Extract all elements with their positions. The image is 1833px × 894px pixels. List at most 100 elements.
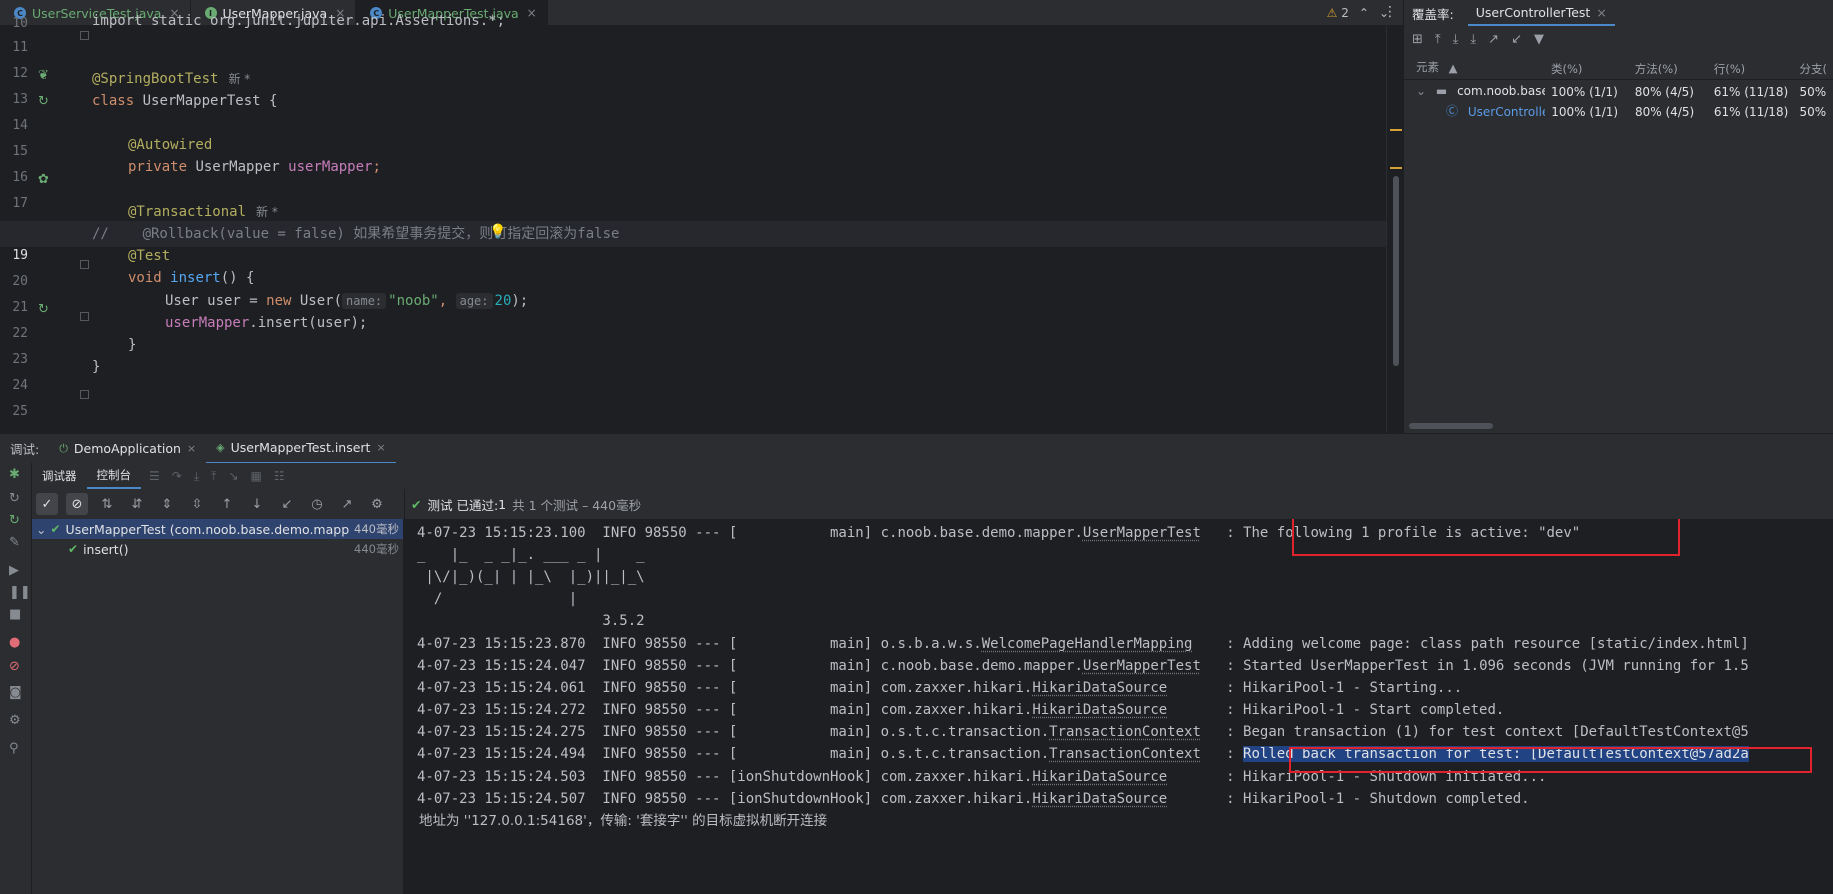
table-row[interactable]: ⌄ ▬ com.noob.base.d 100% (1/1) 80% (4/5)…: [1404, 82, 1833, 102]
show-ignored-icon[interactable]: ⊘: [66, 493, 88, 515]
horizontal-scroll-thumb[interactable]: [1409, 423, 1493, 429]
warning-marker[interactable]: [1390, 167, 1402, 169]
tab-debugger[interactable]: 调试器: [32, 463, 87, 489]
close-icon[interactable]: ×: [376, 441, 385, 454]
export-icon[interactable]: ↗: [336, 493, 358, 515]
more-options-icon[interactable]: ⋮: [1383, 4, 1397, 20]
settings-wrench-icon[interactable]: ✎: [9, 535, 20, 550]
lightbulb-icon[interactable]: 💡: [489, 224, 506, 240]
step-into-icon[interactable]: ⤓: [194, 469, 199, 484]
logger-class[interactable]: TransactionContext: [1049, 724, 1201, 740]
close-icon[interactable]: ×: [1596, 5, 1606, 20]
rerun-icon[interactable]: ↻: [9, 491, 20, 506]
tab-coverage-suite[interactable]: UserControllerTest ×: [1467, 0, 1615, 26]
author-hint[interactable]: 新 *: [256, 205, 278, 219]
scroll-thumb[interactable]: [1393, 176, 1399, 366]
line-number: 15: [12, 144, 28, 159]
autowired-bean-icon[interactable]: ✿: [38, 172, 49, 187]
editor-scrollbar[interactable]: [1386, 26, 1403, 433]
chevron-down-icon[interactable]: ⌄: [1410, 84, 1426, 98]
table-row[interactable]: Ⓒ UserController 100% (1/1) 80% (4/5) 61…: [1404, 102, 1833, 122]
expand-all-icon[interactable]: ⤒: [1435, 32, 1441, 47]
logger-class[interactable]: HikariDataSource: [1032, 769, 1167, 785]
expand-all-icon[interactable]: ⇕: [156, 493, 178, 515]
method-coverage: 80% (4/5): [1634, 85, 1694, 99]
status-label: 测试 已通过:: [427, 497, 499, 513]
stop-icon[interactable]: ■: [9, 607, 21, 622]
column-header[interactable]: 方法(%): [1629, 61, 1708, 77]
test-method-row[interactable]: ✔ insert() 440毫秒: [32, 539, 403, 559]
column-header[interactable]: 分支(: [1794, 61, 1833, 77]
step-out-icon[interactable]: ⤒: [211, 469, 216, 484]
spring-bean-icon[interactable]: ❦: [38, 68, 49, 83]
evaluate-icon[interactable]: ☷: [274, 469, 285, 484]
code-editor[interactable]: C UserServiceTest.java × I UserMapper.ja…: [0, 0, 1403, 433]
gear-icon[interactable]: ⚙: [9, 713, 21, 728]
sort-duration-icon[interactable]: ⇵: [126, 493, 148, 515]
logger-class[interactable]: HikariDataSource: [1032, 791, 1167, 807]
column-header[interactable]: 类(%): [1545, 61, 1629, 77]
tab-usermappertest-insert[interactable]: ◈ UserMapperTest.insert ×: [206, 434, 396, 464]
pause-icon[interactable]: ❚❚: [9, 585, 31, 600]
logger-package: com.zaxxer.hikari.: [880, 702, 1033, 718]
resume-icon[interactable]: ▶: [9, 563, 19, 578]
console-output[interactable]: 4-07-23 15:15:23.100 INFO 98550 --- [ ma…: [405, 519, 1833, 894]
collapse-all-icon[interactable]: ⇳: [186, 493, 208, 515]
sort-alpha-icon[interactable]: ⇅: [96, 493, 118, 515]
list-icon[interactable]: ☰: [149, 469, 160, 484]
coverage-panel: 覆盖率: UserControllerTest × ⊞ ⤒ ⤓ ⤓ ↗ ↙ ▼ 元…: [1403, 0, 1833, 433]
author-hint[interactable]: 新 *: [228, 72, 250, 86]
logger-class[interactable]: TransactionContext: [1049, 746, 1201, 762]
table-icon[interactable]: ▦: [251, 469, 262, 484]
coverage-tab-label: UserControllerTest: [1475, 4, 1591, 20]
run-to-cursor-icon[interactable]: ↘: [228, 469, 238, 484]
field-name: userMapper: [288, 159, 373, 175]
close-icon[interactable]: ×: [187, 442, 196, 455]
logger-class[interactable]: HikariDataSource: [1032, 680, 1167, 696]
logger-class[interactable]: UserMapperTest: [1083, 525, 1201, 541]
status-summary: 共 1 个测试 – 440毫秒: [512, 497, 642, 513]
mute-breakpoints-icon[interactable]: ⊘: [9, 659, 20, 674]
warning-marker[interactable]: [1390, 129, 1402, 131]
tab-demo-application[interactable]: ⏻ DemoApplication ×: [49, 434, 206, 464]
log-prefix: 4-07-23 15:15:24.507 INFO 98550 --- [ion…: [417, 791, 881, 807]
navigate-icon[interactable]: ↗: [1488, 32, 1499, 47]
test-run-icon: ◈: [216, 441, 225, 454]
chevron-up-icon[interactable]: ⌃: [1359, 6, 1369, 20]
show-passed-icon[interactable]: ✓: [36, 493, 58, 515]
rerun-failed-icon[interactable]: ↻: [9, 513, 20, 528]
run-test-icon[interactable]: ↻: [38, 302, 49, 317]
tab-console[interactable]: 控制台: [86, 463, 141, 489]
logger-class[interactable]: WelcomePageHandlerMapping: [982, 636, 1193, 652]
debug-icon[interactable]: ✱: [9, 467, 20, 482]
import-icon[interactable]: ↙: [1511, 32, 1522, 47]
warning-indicator[interactable]: ⚠ 2: [1327, 6, 1349, 20]
test-name: UserMapperTest (com.noob.base.demo.mapp: [65, 521, 350, 537]
chevron-down-icon[interactable]: ⌄: [36, 522, 46, 537]
run-test-icon[interactable]: ↻: [38, 94, 49, 109]
column-header[interactable]: 行(%): [1708, 61, 1794, 77]
collapse-all-icon[interactable]: ⤓: [1453, 32, 1459, 47]
close-icon[interactable]: ×: [527, 6, 537, 20]
test-suite-row[interactable]: ⌄ ✔ UserMapperTest (com.noob.base.demo.m…: [32, 519, 403, 539]
logger-class[interactable]: UserMapperTest: [1083, 658, 1201, 674]
step-over-icon[interactable]: ↷: [172, 469, 182, 484]
flatten-packages-icon[interactable]: ⊞: [1412, 32, 1423, 47]
logger-class[interactable]: HikariDataSource: [1032, 702, 1167, 718]
gear-icon[interactable]: ⚙: [366, 493, 388, 515]
class-name: UserMapperTest {: [134, 93, 278, 109]
previous-icon[interactable]: ↑: [216, 493, 238, 515]
column-header[interactable]: 元素 ▲: [1404, 59, 1545, 78]
generate-report-icon[interactable]: ⤓: [1470, 32, 1476, 47]
pin-icon[interactable]: ⚲: [9, 741, 19, 756]
import-tests-icon[interactable]: ↙: [276, 493, 298, 515]
history-icon[interactable]: ◷: [306, 493, 328, 515]
log-message: Began transaction (1) for test context […: [1243, 724, 1749, 740]
camera-icon[interactable]: ◙: [9, 685, 22, 700]
code-content[interactable]: import static org.junit.jupiter.api.Asse…: [0, 13, 1390, 433]
filter-icon[interactable]: ▼: [1534, 32, 1544, 47]
next-icon[interactable]: ↓: [246, 493, 268, 515]
keyword: private: [128, 159, 188, 175]
view-breakpoints-icon[interactable]: ●: [9, 635, 20, 650]
punctuation: );: [511, 293, 529, 309]
